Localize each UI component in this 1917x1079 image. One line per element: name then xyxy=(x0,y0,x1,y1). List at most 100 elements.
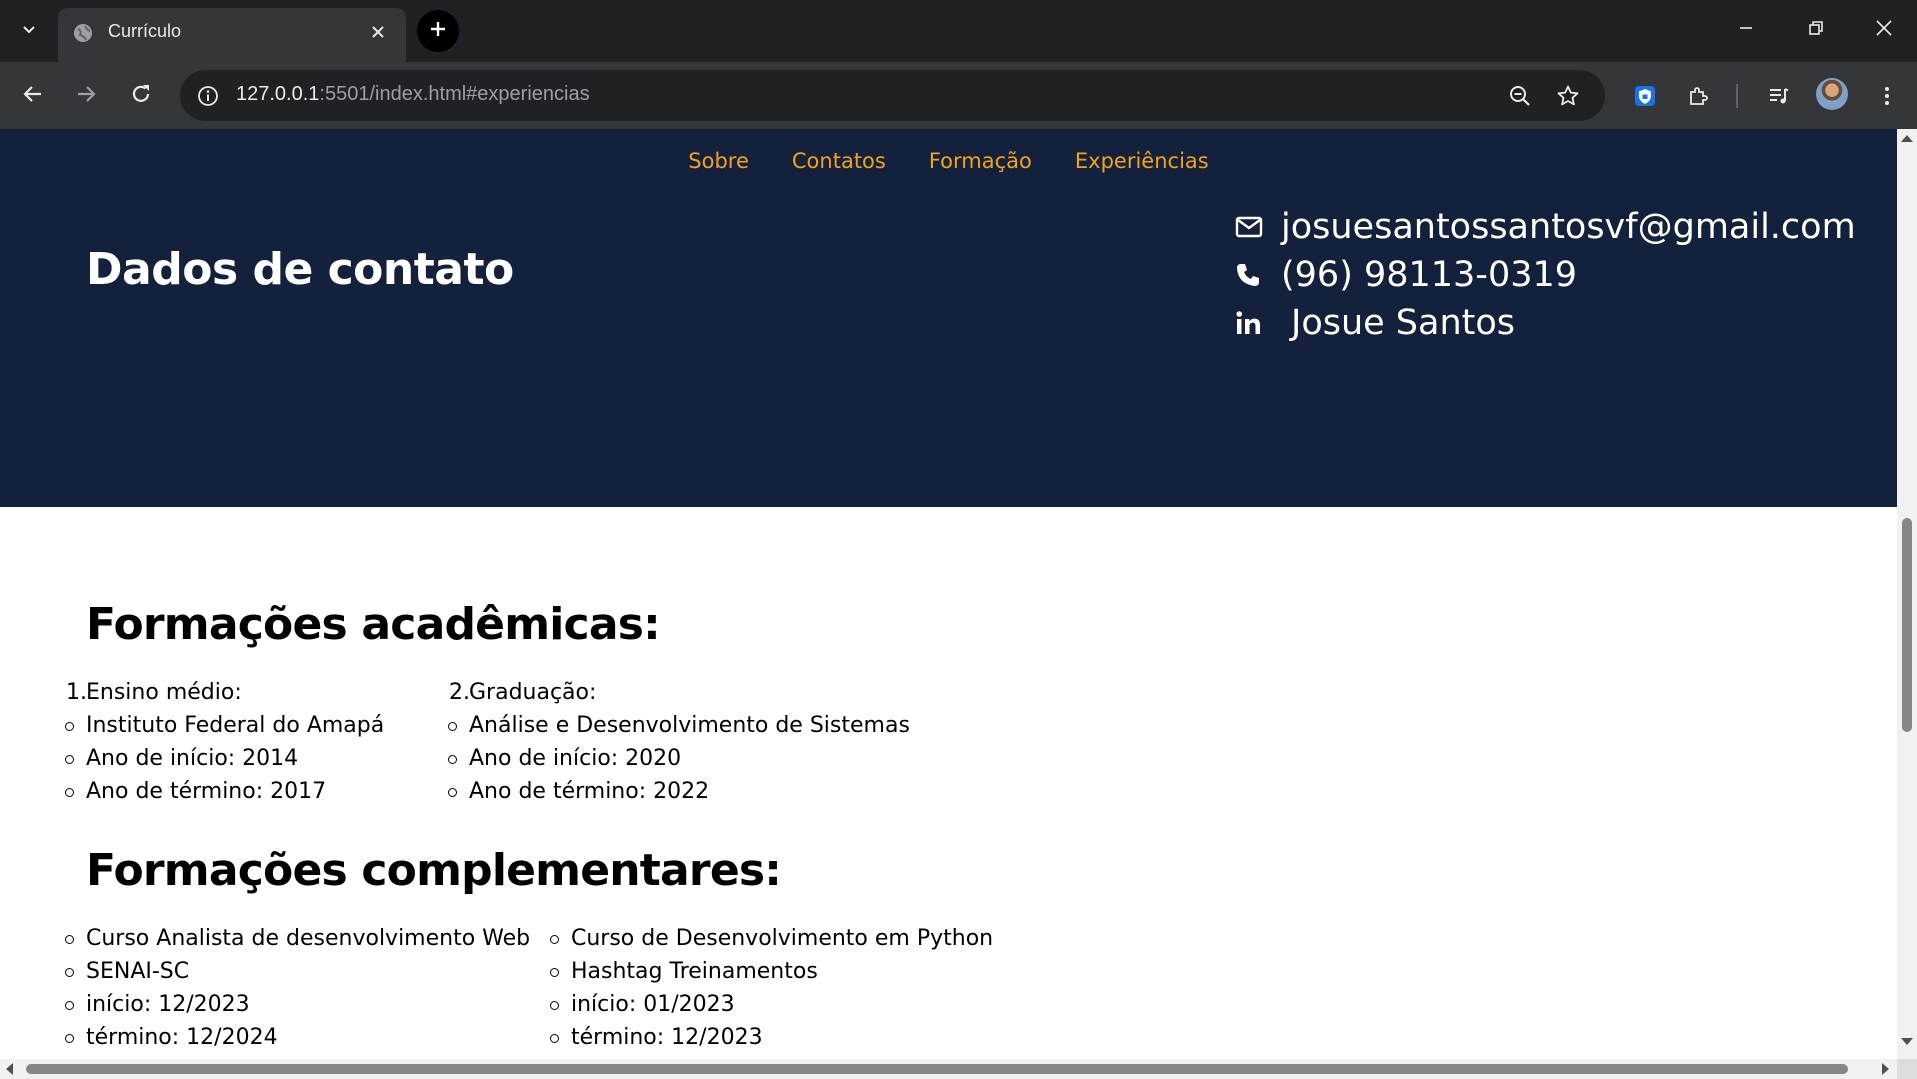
list-item: término: 12/2023 xyxy=(550,1021,993,1054)
arrow-left-icon xyxy=(22,83,44,109)
minimize-icon xyxy=(1738,20,1754,40)
url-text[interactable]: 127.0.0.1:5501/index.html#experiencias xyxy=(236,83,590,106)
media-queue-icon[interactable] xyxy=(1760,77,1798,115)
phone-icon xyxy=(1235,255,1281,295)
nav-link-contatos[interactable]: Contatos xyxy=(792,149,886,173)
chevron-down-icon xyxy=(21,21,37,41)
list-item: início: 12/2023 xyxy=(65,988,530,1021)
nav-link-sobre[interactable]: Sobre xyxy=(688,149,749,173)
back-button[interactable] xyxy=(14,77,52,115)
plus-icon xyxy=(429,20,447,42)
academic-item-number: 1. xyxy=(66,680,87,705)
star-icon[interactable] xyxy=(1554,82,1582,110)
restore-button[interactable] xyxy=(1798,12,1834,48)
bullet-icon xyxy=(65,1034,74,1043)
bullet-icon xyxy=(65,722,74,731)
tab-title: Currículo xyxy=(108,21,182,41)
list-item: Ano de início: 2014 xyxy=(65,742,384,775)
list-item: término: 12/2024 xyxy=(65,1021,530,1054)
bullet-icon xyxy=(65,1001,74,1010)
bullet-icon xyxy=(448,755,457,764)
browser-toolbar: 127.0.0.1:5501/index.html#experiencias xyxy=(0,62,1917,129)
complementary-item-2: Curso de Desenvolvimento em Python Hasht… xyxy=(550,922,993,1054)
contact-phone-row: (96) 98113-0319 xyxy=(1235,251,1856,299)
list-item: Hashtag Treinamentos xyxy=(550,955,993,988)
arrow-right-icon xyxy=(75,83,97,109)
nav-link-formacao[interactable]: Formação xyxy=(929,149,1032,173)
contact-linkedin[interactable]: Josue Santos xyxy=(1291,303,1515,343)
url-path: :5501/index.html#experiencias xyxy=(319,83,590,105)
complementary-title: Formações complementares: xyxy=(86,845,782,896)
academic-item-1: 1. Ensino médio: Instituto Federal do Am… xyxy=(65,676,384,808)
close-icon[interactable] xyxy=(366,20,390,44)
bullet-icon xyxy=(550,1001,559,1010)
horizontal-scroll-thumb[interactable] xyxy=(26,1064,1848,1074)
tab-search-button[interactable] xyxy=(12,14,46,48)
globe-icon xyxy=(72,22,94,44)
toolbar-separator xyxy=(1736,84,1738,108)
list-item: início: 01/2023 xyxy=(550,988,993,1021)
list-item: Curso de Desenvolvimento em Python xyxy=(550,922,993,955)
horizontal-scrollbar[interactable] xyxy=(0,1059,1897,1079)
restore-icon xyxy=(1808,20,1824,40)
academic-item-heading: 1. Ensino médio: xyxy=(66,676,384,709)
scroll-left-icon[interactable] xyxy=(6,1063,13,1075)
close-icon xyxy=(1875,19,1893,41)
contact-linkedin-row: Josue Santos xyxy=(1235,299,1856,347)
contact-section: Sobre Contatos Formação Experiências Dad… xyxy=(0,129,1897,507)
page-viewport: Sobre Contatos Formação Experiências Dad… xyxy=(0,129,1897,1059)
window-close-button[interactable] xyxy=(1866,12,1902,48)
academic-item-heading: 2. Graduação: xyxy=(449,676,910,709)
academic-title: Formações acadêmicas: xyxy=(86,599,661,650)
contact-phone[interactable]: (96) 98113-0319 xyxy=(1281,255,1577,295)
nav-link-experiencias[interactable]: Experiências xyxy=(1075,149,1209,173)
minimize-button[interactable] xyxy=(1728,12,1764,48)
list-item: SENAI-SC xyxy=(65,955,530,988)
bullet-icon xyxy=(550,1034,559,1043)
bullet-icon xyxy=(448,788,457,797)
mail-icon xyxy=(1235,207,1281,247)
scroll-up-icon[interactable] xyxy=(1901,135,1913,142)
academic-item-2: 2. Graduação: Análise e Desenvolvimento … xyxy=(448,676,910,808)
url-host: 127.0.0.1 xyxy=(236,83,320,105)
bullet-icon xyxy=(65,968,74,977)
vertical-scroll-thumb[interactable] xyxy=(1902,518,1912,732)
info-icon[interactable] xyxy=(194,82,222,110)
contact-title: Dados de contato xyxy=(86,244,514,295)
shield-extension-icon[interactable] xyxy=(1626,77,1664,115)
list-item: Ano de início: 2020 xyxy=(448,742,910,775)
list-item: Ano de término: 2022 xyxy=(448,775,910,808)
tab-strip: Currículo xyxy=(0,0,1917,62)
puzzle-icon[interactable] xyxy=(1680,77,1718,115)
scroll-down-icon[interactable] xyxy=(1901,1038,1913,1045)
bullet-icon xyxy=(65,935,74,944)
browser-tab[interactable]: Currículo xyxy=(58,8,406,62)
academic-item-number: 2. xyxy=(449,680,470,705)
complementary-item-1: Curso Analista de desenvolvimento Web SE… xyxy=(65,922,530,1054)
kebab-menu-icon[interactable] xyxy=(1868,77,1906,115)
bullet-icon xyxy=(550,968,559,977)
forward-button[interactable] xyxy=(67,77,105,115)
contact-list: josuesantossantosvf@gmail.com (96) 98113… xyxy=(1235,203,1856,347)
scroll-right-icon[interactable] xyxy=(1882,1063,1889,1075)
new-tab-button[interactable] xyxy=(417,10,459,52)
browser-chrome: Currículo 127.0.0.1:5501/index.html#expe… xyxy=(0,0,1917,129)
bullet-icon xyxy=(550,935,559,944)
address-bar[interactable]: 127.0.0.1:5501/index.html#experiencias xyxy=(180,70,1605,121)
top-navigation: Sobre Contatos Formação Experiências xyxy=(0,149,1897,173)
list-item: Curso Analista de desenvolvimento Web xyxy=(65,922,530,955)
list-item: Ano de término: 2017 xyxy=(65,775,384,808)
reload-icon xyxy=(130,83,152,109)
list-item: Instituto Federal do Amapá xyxy=(65,709,384,742)
bullet-icon xyxy=(65,755,74,764)
scrollbar-corner xyxy=(1897,1059,1917,1079)
zoom-out-icon[interactable] xyxy=(1506,82,1534,110)
contact-email[interactable]: josuesantossantosvf@gmail.com xyxy=(1281,207,1856,247)
vertical-scrollbar[interactable] xyxy=(1897,129,1917,1079)
linkedin-icon xyxy=(1235,303,1281,343)
bullet-icon xyxy=(448,722,457,731)
bullet-icon xyxy=(65,788,74,797)
reload-button[interactable] xyxy=(122,77,160,115)
list-item: Análise e Desenvolvimento de Sistemas xyxy=(448,709,910,742)
profile-avatar[interactable] xyxy=(1816,78,1848,110)
